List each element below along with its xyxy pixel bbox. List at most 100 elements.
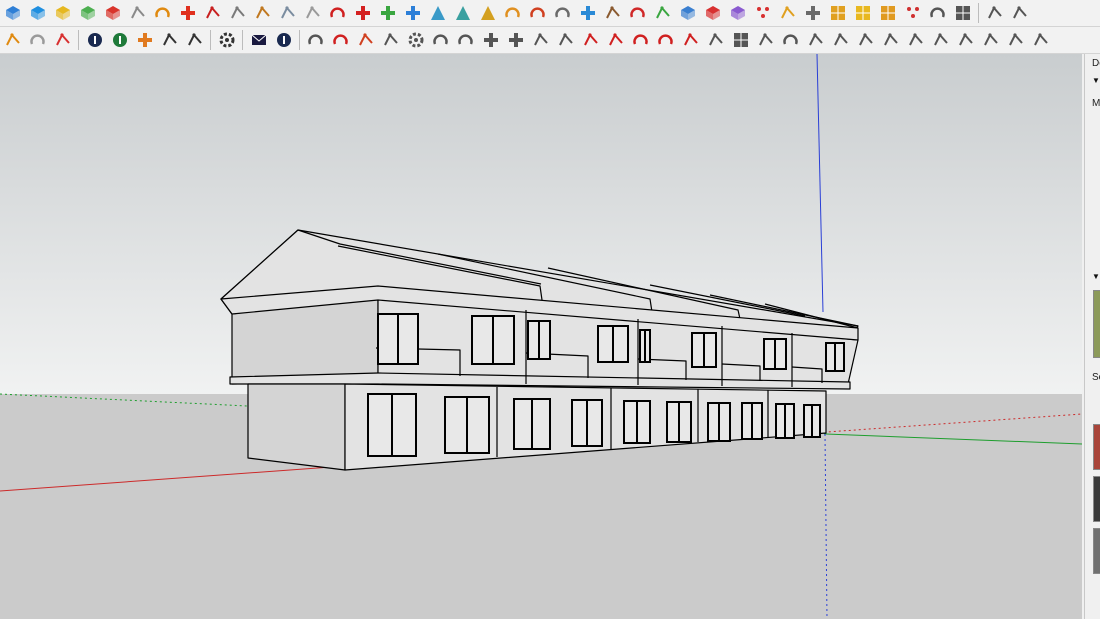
eraser-icon[interactable] [125, 2, 150, 24]
gear-outline-icon[interactable] [403, 29, 428, 51]
flask-icon[interactable] [450, 2, 475, 24]
hand-icon[interactable] [753, 29, 778, 51]
styles-section-label: Sc [1092, 372, 1100, 383]
corner-red-icon[interactable] [578, 29, 603, 51]
tool-icon[interactable] [1028, 29, 1053, 51]
mail-icon[interactable] [246, 29, 271, 51]
flag-icon[interactable] [225, 2, 250, 24]
materials-yellow-icon[interactable] [50, 2, 75, 24]
purple-cube-icon[interactable] [725, 2, 750, 24]
layer2-icon[interactable] [1007, 2, 1032, 24]
warning-triangle-icon[interactable] [475, 2, 500, 24]
dots-red-icon[interactable] [900, 2, 925, 24]
undo-arc-icon[interactable] [150, 2, 175, 24]
section-plane-icon[interactable] [200, 2, 225, 24]
pipe-icon[interactable] [275, 2, 300, 24]
red-cross-icon[interactable] [350, 2, 375, 24]
red-box-copy-icon[interactable] [700, 2, 725, 24]
red-box-icon[interactable] [175, 2, 200, 24]
grid-yellow-icon[interactable] [850, 2, 875, 24]
add-circle-icon[interactable] [82, 29, 107, 51]
toolbar-separator [299, 30, 300, 50]
solid-box-icon[interactable] [503, 29, 528, 51]
curve-red-icon[interactable] [628, 29, 653, 51]
bucket-icon[interactable] [600, 2, 625, 24]
fillet-icon[interactable] [428, 29, 453, 51]
sandbox-icon[interactable] [132, 29, 157, 51]
curve-dots-icon[interactable] [925, 2, 950, 24]
settings-gear-icon[interactable] [214, 29, 239, 51]
paint-bucket-icon[interactable] [353, 29, 378, 51]
leaf-curve-icon[interactable] [778, 29, 803, 51]
fold-icon[interactable] [528, 29, 553, 51]
red-loop-icon[interactable] [625, 2, 650, 24]
3d-warehouse-icon[interactable] [107, 29, 132, 51]
branch-icon[interactable] [878, 29, 903, 51]
shapes-icon[interactable] [803, 29, 828, 51]
modeling-viewport[interactable] [0, 54, 1082, 619]
ribbon-icon[interactable] [953, 29, 978, 51]
sphere-grid-icon[interactable] [728, 29, 753, 51]
material-swatch-red[interactable] [1093, 424, 1100, 470]
book-icon[interactable] [250, 2, 275, 24]
material-swatch-gray[interactable] [1093, 528, 1100, 574]
ramp-icon[interactable] [853, 29, 878, 51]
red-dot-icon[interactable] [750, 2, 775, 24]
rotate-red-icon[interactable] [525, 2, 550, 24]
materials-green-icon[interactable] [75, 2, 100, 24]
slant-icon[interactable] [978, 29, 1003, 51]
tray-expand-icon[interactable]: ▼ [1092, 76, 1100, 85]
materials-red-icon[interactable] [100, 2, 125, 24]
refresh-icon[interactable] [25, 29, 50, 51]
wireframe-box-icon[interactable] [800, 2, 825, 24]
orange-arc-icon[interactable] [500, 2, 525, 24]
cone-icon[interactable] [425, 2, 450, 24]
extensions-toolbar [0, 27, 1100, 54]
materials-section-label: M [1092, 98, 1100, 109]
checker-sphere-icon[interactable] [157, 29, 182, 51]
grid-dots-icon[interactable] [950, 2, 975, 24]
layer-icon[interactable] [982, 2, 1007, 24]
branch2-icon[interactable] [903, 29, 928, 51]
blue-box-copy-icon[interactable] [675, 2, 700, 24]
follow-me-icon[interactable] [300, 2, 325, 24]
extension-warehouse-icon[interactable] [0, 29, 25, 51]
style-preview[interactable] [1093, 290, 1100, 358]
flag-shape-icon[interactable] [1003, 29, 1028, 51]
corner-icon[interactable] [553, 29, 578, 51]
shell-box-icon[interactable] [478, 29, 503, 51]
dotted-arc-icon[interactable] [325, 2, 350, 24]
info-icon[interactable] [271, 29, 296, 51]
blue-x-icon[interactable] [400, 2, 425, 24]
trapezoid-icon[interactable] [678, 29, 703, 51]
flower-icon[interactable] [775, 2, 800, 24]
wave-icon[interactable] [703, 29, 728, 51]
branch3-icon[interactable] [928, 29, 953, 51]
push-pull-icon[interactable] [25, 2, 50, 24]
green-cross-icon[interactable] [375, 2, 400, 24]
green-shape-icon[interactable] [650, 2, 675, 24]
lower-wall-left [247, 383, 346, 471]
grid-orange2-icon[interactable] [875, 2, 900, 24]
arch-icon[interactable] [653, 29, 678, 51]
grid-orange-icon[interactable] [825, 2, 850, 24]
toolbar-separator [78, 30, 79, 50]
move-arrows-icon[interactable] [575, 2, 600, 24]
pipe-bend-icon[interactable] [453, 29, 478, 51]
bezier-icon[interactable] [303, 29, 328, 51]
dotted-curve-icon[interactable] [328, 29, 353, 51]
angle-icon[interactable] [603, 29, 628, 51]
scene-canvas[interactable] [0, 54, 1082, 619]
default-tray: De ▼ M ▼ Sc [1084, 54, 1100, 619]
tray-title: De [1092, 58, 1100, 69]
component-icon[interactable] [0, 2, 25, 24]
toolbar-separator [978, 3, 979, 23]
cloud-upload-icon[interactable] [182, 29, 207, 51]
rotate-gray-icon[interactable] [550, 2, 575, 24]
material-swatch-dark[interactable] [1093, 476, 1100, 522]
stairs-icon[interactable] [828, 29, 853, 51]
bar-layers-icon[interactable] [50, 29, 75, 51]
scissors-line-icon[interactable] [378, 29, 403, 51]
tray-collapse-icon[interactable]: ▼ [1092, 272, 1100, 281]
toolbar-separator [242, 30, 243, 50]
